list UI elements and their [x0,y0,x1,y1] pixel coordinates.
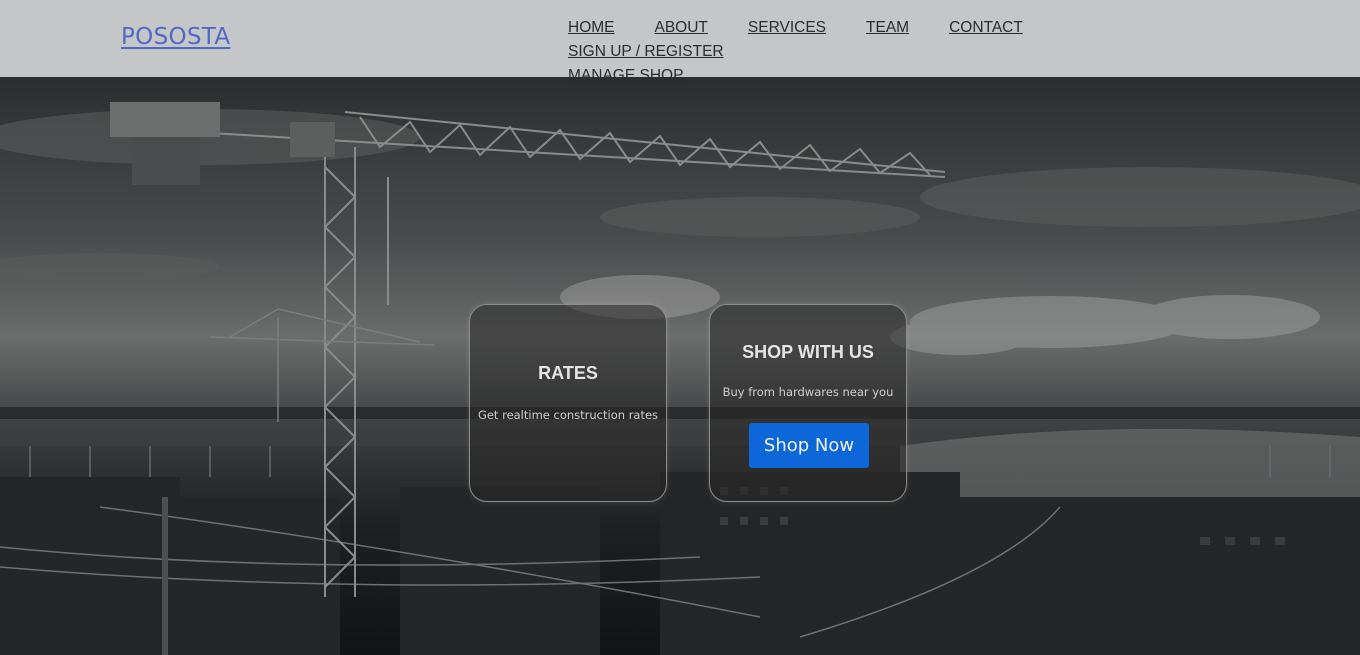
shop-now-button[interactable]: Shop Now [749,423,869,468]
nav-services-link[interactable]: SERVICES [748,16,826,40]
site-header: POSOSTA HOME ABOUT SERVICES TEAM CONTACT SIGN… [0,0,1360,84]
nav-manage-shop-link[interactable]: MANAGE SHOP [568,64,683,88]
main-nav: HOME ABOUT SERVICES TEAM CONTACT SIGN UP / RE… [568,16,1248,88]
shop-card-title: SHOP WITH US [742,342,874,362]
shop-card-description: Buy from hardwares near you [722,385,894,399]
nav-home-link[interactable]: HOME [568,16,615,40]
rates-card-title: RATES [538,363,598,383]
hero-section: RATES Get realtime construction rates SH… [0,77,1360,655]
rates-card: RATES Get realtime construction rates [469,304,667,502]
nav-contact-link[interactable]: CONTACT [949,16,1023,40]
nav-signup-link[interactable]: SIGN UP / REGISTER [568,40,724,64]
nav-team-link[interactable]: TEAM [866,16,909,40]
nav-about-link[interactable]: ABOUT [655,16,708,40]
rates-card-description: Get realtime construction rates [477,408,659,422]
shop-card: SHOP WITH US Buy from hardwares near you… [709,304,907,502]
logo-link[interactable]: POSOSTA [121,24,230,50]
hero-background-image [0,102,1360,655]
